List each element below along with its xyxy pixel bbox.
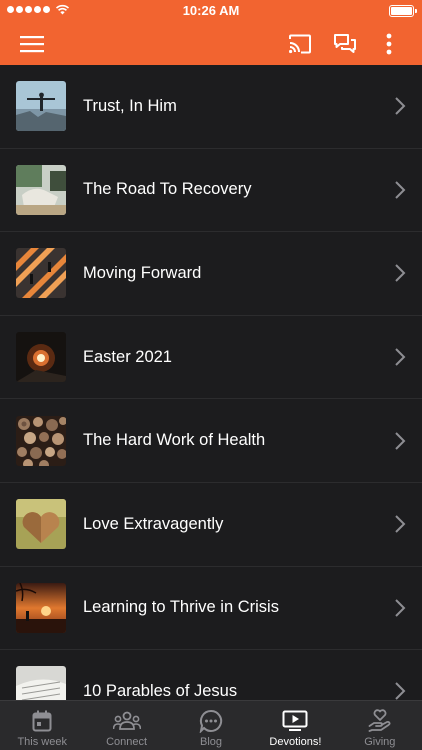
tab-label: Blog bbox=[200, 736, 223, 748]
chevron-right-icon bbox=[395, 682, 406, 700]
thumbnail-image bbox=[16, 248, 66, 299]
tab-devotions[interactable]: Devotions! bbox=[253, 701, 337, 750]
chat-dots-icon bbox=[199, 709, 223, 733]
chevron-right-icon bbox=[395, 264, 406, 283]
tab-label: Connect bbox=[106, 736, 148, 748]
tab-label: Devotions! bbox=[269, 736, 322, 748]
list-item[interactable]: The Road To Recovery bbox=[0, 149, 422, 233]
list-item[interactable]: The Hard Work of Health bbox=[0, 399, 422, 483]
thumbnail-image bbox=[16, 81, 66, 132]
app-bar bbox=[0, 22, 422, 65]
status-time: 10:26 AM bbox=[182, 3, 240, 18]
tab-this-week[interactable]: This week bbox=[0, 701, 84, 750]
chat-button[interactable] bbox=[329, 22, 361, 65]
tab-giving[interactable]: Giving bbox=[338, 701, 422, 750]
calendar-icon bbox=[32, 710, 52, 732]
thumbnail-image bbox=[16, 164, 66, 215]
more-options-button[interactable] bbox=[377, 22, 401, 65]
chevron-right-icon bbox=[395, 431, 406, 450]
tab-label: This week bbox=[17, 736, 67, 748]
thumbnail-image bbox=[16, 415, 66, 466]
list-item-title: Moving Forward bbox=[83, 263, 202, 282]
cast-button[interactable] bbox=[284, 22, 316, 65]
chevron-right-icon bbox=[395, 348, 406, 366]
chevron-right-icon bbox=[395, 97, 406, 116]
list-item-title: Easter 2021 bbox=[83, 347, 172, 366]
list-item-title: Learning to Thrive in Crisis bbox=[83, 598, 279, 617]
list-item[interactable]: Trust, In Him bbox=[0, 65, 422, 149]
more-vertical-icon bbox=[386, 33, 392, 54]
chevron-right-icon bbox=[395, 599, 406, 617]
tab-blog[interactable]: Blog bbox=[169, 701, 253, 750]
thumbnail-image bbox=[16, 499, 66, 550]
list-item[interactable]: 10 Parables of Jesus bbox=[0, 650, 422, 700]
list-item[interactable]: Love Extravagently bbox=[0, 483, 422, 567]
battery-icon bbox=[389, 5, 417, 17]
list-item-title: The Road To Recovery bbox=[83, 180, 252, 199]
list-item-title: The Hard Work of Health bbox=[83, 431, 266, 450]
chat-bubbles-icon bbox=[334, 33, 356, 53]
status-bar: 10:26 AM bbox=[0, 0, 422, 22]
chevron-right-icon bbox=[395, 181, 406, 199]
thumbnail-image bbox=[16, 332, 66, 383]
chevron-right-icon bbox=[395, 515, 406, 533]
devotions-list: Trust, In Him The Road To Recovery Movin… bbox=[0, 65, 422, 700]
thumbnail-image bbox=[16, 582, 66, 633]
hamburger-menu-icon bbox=[20, 35, 44, 52]
thumbnail-image bbox=[16, 666, 66, 700]
tab-connect[interactable]: Connect bbox=[84, 701, 168, 750]
list-item[interactable]: Learning to Thrive in Crisis bbox=[0, 567, 422, 651]
list-item[interactable]: Moving Forward bbox=[0, 232, 422, 316]
tab-bar: This week Connect Blog Devotions! Giving bbox=[0, 700, 422, 750]
tab-label: Giving bbox=[364, 736, 396, 748]
play-screen-icon bbox=[282, 710, 308, 731]
list-item-title: Love Extravagently bbox=[83, 514, 224, 533]
menu-button[interactable] bbox=[14, 22, 50, 65]
list-item-title: 10 Parables of Jesus bbox=[83, 681, 238, 700]
giving-hand-heart-icon bbox=[368, 709, 391, 732]
cast-icon bbox=[289, 34, 311, 53]
list-item[interactable]: Easter 2021 bbox=[0, 316, 422, 400]
people-icon bbox=[112, 711, 141, 730]
list-item-title: Trust, In Him bbox=[83, 96, 177, 115]
